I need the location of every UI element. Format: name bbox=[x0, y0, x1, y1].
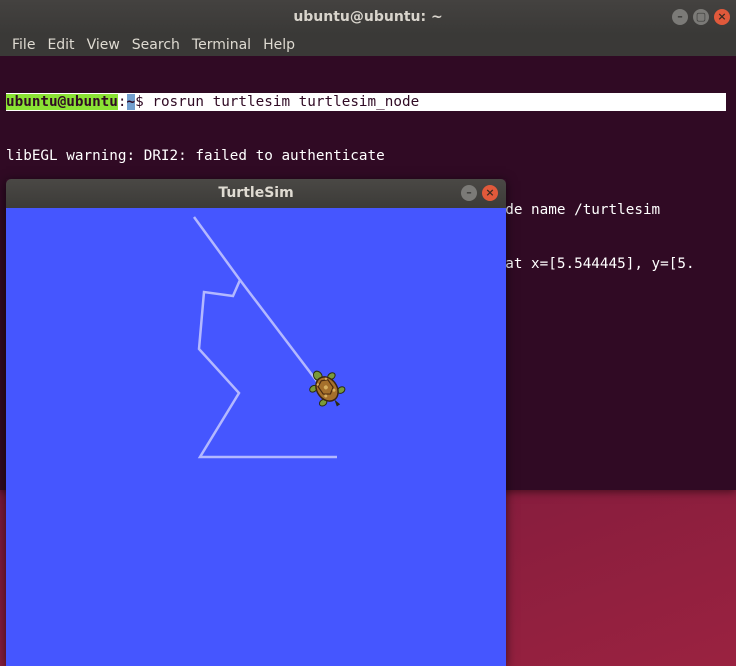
minimize-icon[interactable]: – bbox=[672, 9, 688, 25]
turtle-trail bbox=[192, 216, 337, 459]
prompt-symbol: $ bbox=[135, 94, 153, 110]
terminal-title: ubuntu@ubuntu: ~ bbox=[293, 9, 443, 25]
prompt-path: ~ bbox=[126, 94, 136, 110]
turtle-drawing bbox=[192, 216, 346, 459]
prompt-user: ubuntu@ubuntu bbox=[6, 94, 118, 110]
turtlesim-titlebar[interactable]: TurtleSim – × bbox=[6, 179, 506, 208]
turtlesim-window-controls: – × bbox=[461, 185, 498, 201]
terminal-menubar: File Edit View Search Terminal Help bbox=[0, 34, 736, 56]
menu-search[interactable]: Search bbox=[126, 34, 186, 56]
prompt-separator: : bbox=[117, 94, 127, 110]
command-line: ubuntu@ubuntu:~$ rosrun turtlesim turtle… bbox=[6, 93, 726, 111]
turtlesim-title: TurtleSim bbox=[218, 185, 294, 201]
menu-edit[interactable]: Edit bbox=[41, 34, 80, 56]
terminal-window-controls: – ▢ × bbox=[672, 9, 730, 25]
terminal-titlebar[interactable]: ubuntu@ubuntu: ~ – ▢ × bbox=[0, 0, 736, 34]
menu-file[interactable]: File bbox=[6, 34, 41, 56]
turtlesim-canvas bbox=[6, 208, 506, 666]
menu-view[interactable]: View bbox=[81, 34, 126, 56]
maximize-icon[interactable]: ▢ bbox=[693, 9, 709, 25]
menu-help[interactable]: Help bbox=[257, 34, 301, 56]
turtle-trail-segment bbox=[239, 279, 323, 389]
output-line: libEGL warning: DRI2: failed to authenti… bbox=[6, 148, 385, 164]
turtlesim-window[interactable]: TurtleSim – × bbox=[6, 179, 506, 666]
close-icon[interactable]: × bbox=[482, 185, 498, 201]
prompt-command: rosrun turtlesim turtlesim_node bbox=[152, 94, 420, 110]
minimize-icon[interactable]: – bbox=[461, 185, 477, 201]
close-icon[interactable]: × bbox=[714, 9, 730, 25]
menu-terminal[interactable]: Terminal bbox=[186, 34, 257, 56]
